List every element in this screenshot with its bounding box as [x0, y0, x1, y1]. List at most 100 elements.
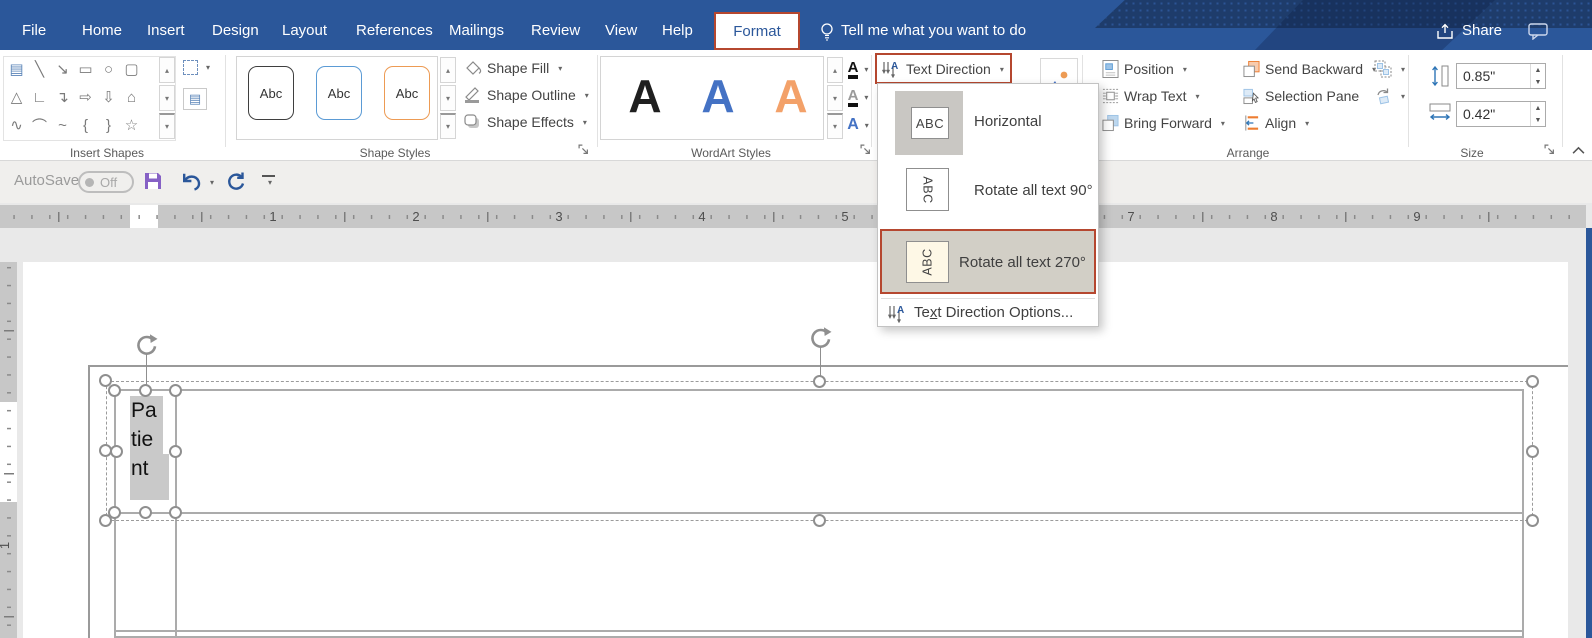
tab-mailings[interactable]: Mailings: [449, 22, 504, 39]
cell-selection-handle[interactable]: [139, 384, 152, 397]
snip-corner-rectangle-icon[interactable]: ⌂: [120, 86, 143, 108]
undo-icon[interactable]: [181, 172, 203, 191]
group-objects-button[interactable]: ▾: [1374, 57, 1405, 81]
tab-format-active-callout[interactable]: Format: [714, 12, 800, 50]
comment-icon[interactable]: [1528, 23, 1548, 40]
tab-home[interactable]: Home: [82, 22, 122, 39]
arc-icon[interactable]: ⌒: [28, 114, 51, 136]
collapse-ribbon-icon[interactable]: [1572, 146, 1585, 155]
text-fill-button[interactable]: A▾: [846, 57, 870, 81]
edit-shape-button[interactable]: ▾: [183, 60, 210, 75]
right-brace-icon[interactable]: }: [97, 114, 120, 136]
tell-me-box[interactable]: Tell me what you want to do: [841, 22, 1026, 39]
down-arrow-icon[interactable]: ⇩: [97, 86, 120, 108]
customize-qat-caret-icon[interactable]: ▾: [268, 178, 272, 187]
gallery-scroll-down[interactable]: ▾: [159, 85, 175, 111]
spinner-up-icon[interactable]: ▲: [1535, 67, 1542, 74]
save-icon[interactable]: [143, 171, 163, 191]
cell-selection-handle[interactable]: [108, 506, 121, 519]
cell-selection-handle[interactable]: [108, 384, 121, 397]
text-box-icon[interactable]: ▤: [5, 58, 28, 80]
line-icon[interactable]: ╲: [28, 58, 51, 80]
selection-handle[interactable]: [1526, 445, 1539, 458]
rotate-objects-button[interactable]: ▾: [1374, 84, 1405, 108]
selection-handle[interactable]: [813, 514, 826, 527]
wrap-text-button[interactable]: Wrap Text▾: [1102, 84, 1200, 108]
tab-help[interactable]: Help: [662, 22, 693, 39]
cell-selection-handle[interactable]: [169, 445, 182, 458]
cell-selection-handle[interactable]: [169, 506, 182, 519]
wordart-dialog-launcher-icon[interactable]: [860, 144, 871, 155]
spinner-up-icon[interactable]: ▲: [1535, 105, 1542, 112]
triangle-icon[interactable]: △: [5, 86, 28, 108]
wordart-scroll-down[interactable]: ▾: [827, 85, 843, 111]
right-arrow-icon[interactable]: ⇨: [74, 86, 97, 108]
spinner-down-icon[interactable]: ▼: [1535, 79, 1542, 86]
star-icon[interactable]: ☆: [120, 114, 143, 136]
customize-qat-icon[interactable]: [262, 175, 275, 177]
tab-references[interactable]: References: [356, 22, 433, 39]
line-arrow-icon[interactable]: ↘: [51, 58, 74, 80]
shape-style-scroll-down[interactable]: ▾: [440, 85, 456, 111]
redo-icon[interactable]: [226, 171, 246, 191]
cell-selection-handle[interactable]: [110, 445, 123, 458]
position-button[interactable]: Position▾: [1102, 57, 1187, 81]
rotation-handle-icon[interactable]: [807, 325, 834, 352]
wordart-style-orange[interactable]: A: [758, 58, 824, 134]
send-backward-button[interactable]: Send Backward▾: [1243, 57, 1376, 81]
tab-insert[interactable]: Insert: [147, 22, 185, 39]
bring-forward-button[interactable]: Bring Forward▾: [1102, 111, 1225, 135]
wordart-scroll-up[interactable]: ▴: [827, 57, 843, 83]
vertical-ruler[interactable]: 1: [0, 262, 17, 638]
shape-style-scroll-up[interactable]: ▴: [440, 57, 456, 83]
shape-style-chip-2[interactable]: Abc: [316, 66, 362, 120]
textbox-selection-outline[interactable]: [106, 381, 1533, 521]
cell-selection-handle[interactable]: [139, 506, 152, 519]
selection-handle[interactable]: [813, 375, 826, 388]
rounded-rectangle-icon[interactable]: ▢: [120, 58, 143, 80]
scribble-icon[interactable]: ∿: [5, 114, 28, 136]
spinner-down-icon[interactable]: ▼: [1535, 117, 1542, 124]
gallery-scroll-up[interactable]: ▴: [159, 57, 175, 83]
shape-fill-button[interactable]: Shape Fill▾: [463, 56, 562, 80]
undo-dropdown-icon[interactable]: ▾: [210, 178, 214, 187]
tab-review[interactable]: Review: [531, 22, 580, 39]
wordart-style-black[interactable]: A: [612, 58, 678, 134]
rectangle-icon[interactable]: ▭: [74, 58, 97, 80]
cell-text[interactable]: Pa tie nt: [131, 396, 175, 483]
selection-pane-button[interactable]: Selection Pane: [1243, 84, 1359, 108]
tab-layout[interactable]: Layout: [282, 22, 327, 39]
draw-text-box-button[interactable]: ▤: [183, 88, 207, 110]
rotation-handle-icon[interactable]: [133, 332, 160, 359]
shape-style-more-button[interactable]: ▾: [440, 113, 456, 139]
shape-effects-button[interactable]: Shape Effects▾: [463, 110, 587, 134]
shape-outline-button[interactable]: Shape Outline▾: [463, 83, 589, 107]
cell-selection-handle[interactable]: [169, 384, 182, 397]
height-spinner[interactable]: ▲▼: [1530, 64, 1545, 88]
autosave-toggle[interactable]: Off: [78, 171, 134, 193]
text-direction-button[interactable]: A Text Direction ▾: [881, 57, 1004, 81]
size-dialog-launcher-icon[interactable]: [1544, 144, 1555, 155]
elbow-arrow-connector-icon[interactable]: ↴: [51, 86, 74, 108]
horizontal-ruler[interactable]: 1 2 3 4 5 6 7 8 9: [0, 205, 1586, 228]
tab-file[interactable]: File: [22, 22, 46, 39]
selection-handle[interactable]: [1526, 375, 1539, 388]
share-button[interactable]: Share: [1462, 22, 1502, 39]
elbow-connector-icon[interactable]: ∟: [28, 86, 51, 108]
text-effects-button[interactable]: A▾: [846, 113, 870, 137]
text-outline-button[interactable]: A▾: [846, 85, 870, 109]
shape-style-chip-3[interactable]: Abc: [384, 66, 430, 120]
wordart-more-button[interactable]: ▾: [827, 113, 843, 139]
left-brace-icon[interactable]: {: [74, 114, 97, 136]
curve-icon[interactable]: ~: [51, 114, 74, 136]
shape-styles-dialog-launcher-icon[interactable]: [578, 144, 589, 155]
tab-design[interactable]: Design: [212, 22, 259, 39]
gallery-more-button[interactable]: ▾: [159, 113, 175, 139]
shape-style-chip-1[interactable]: Abc: [248, 66, 294, 120]
selection-handle[interactable]: [1526, 514, 1539, 527]
align-button[interactable]: Align▾: [1243, 111, 1309, 135]
oval-icon[interactable]: ○: [97, 58, 120, 80]
wordart-style-blue[interactable]: A: [685, 58, 751, 134]
tab-view[interactable]: View: [605, 22, 637, 39]
width-spinner[interactable]: ▲▼: [1530, 102, 1545, 126]
